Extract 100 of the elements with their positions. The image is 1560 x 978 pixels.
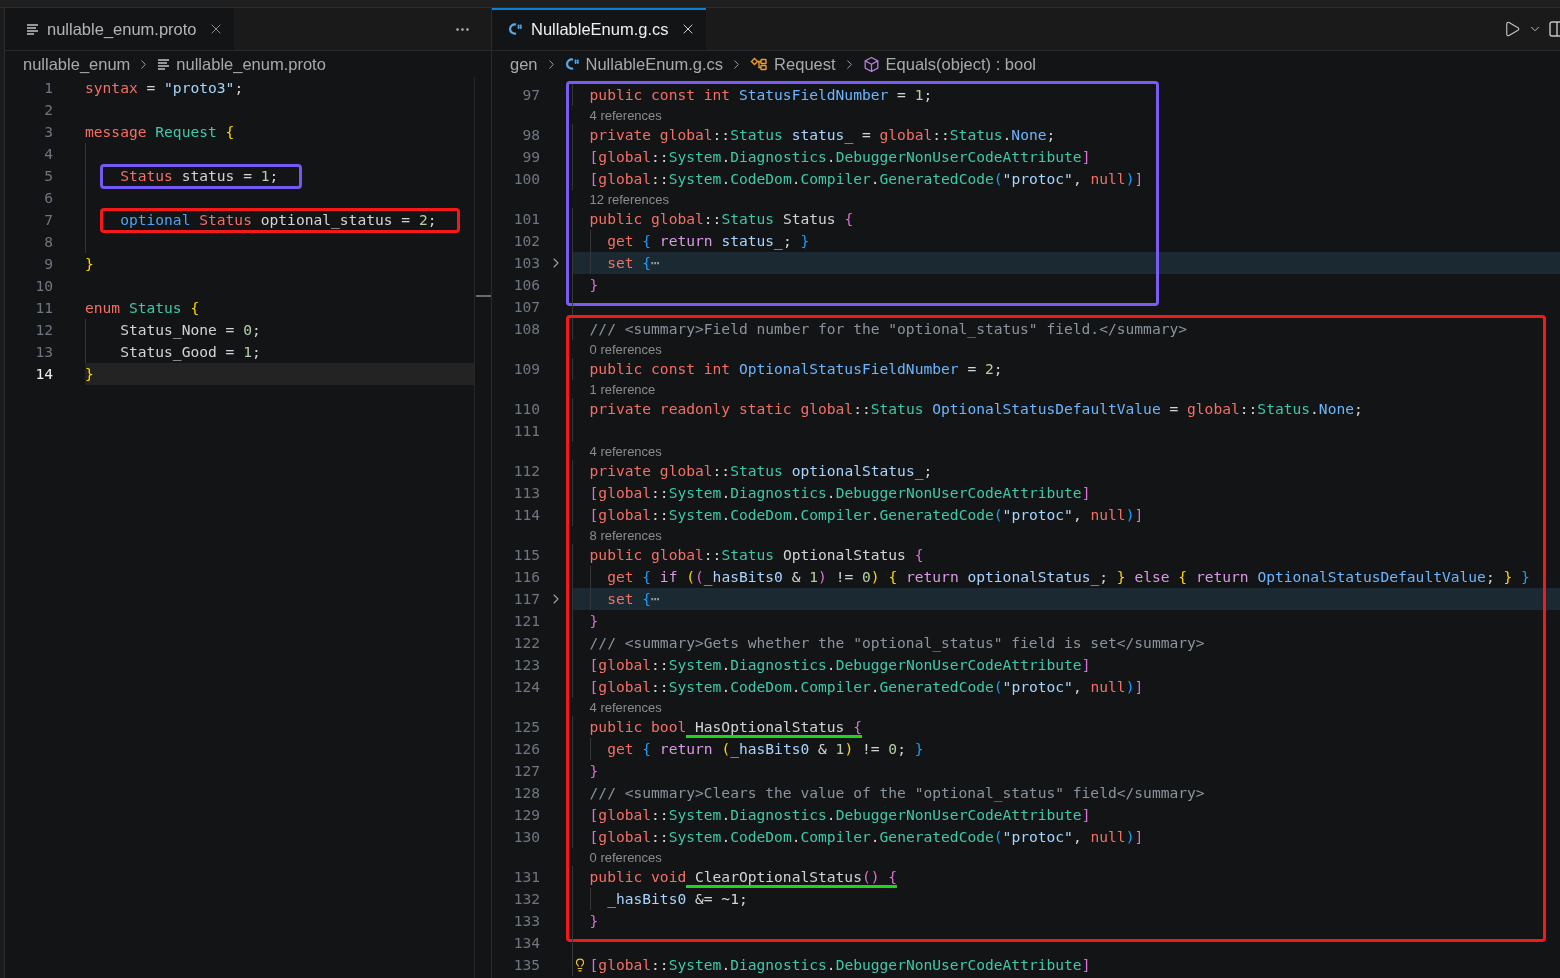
line-number: 3 — [43, 122, 53, 142]
line-number: 106 — [512, 275, 540, 295]
code-line: get { return (_hasBits0 & 1) != 0; } — [607, 740, 924, 757]
line-number: 115 — [512, 545, 540, 565]
indent-guide — [589, 738, 591, 760]
code-line: private readonly static global::Status OptionalStatusDefaultValue = global::Status.None; — [589, 400, 1363, 417]
cube-icon — [862, 55, 880, 73]
code-line: [global::System.Diagnostics.DebuggerNonUserCodeAttribute] — [589, 148, 1091, 165]
code-line: message Request { — [85, 123, 235, 140]
line-number: 103 — [512, 253, 540, 273]
line-number: 127 — [512, 761, 540, 781]
line-number: 98 — [521, 125, 540, 145]
line-number: 100 — [512, 169, 540, 189]
code-line: Status_None = 0; — [120, 321, 261, 338]
editor-tab[interactable]: nullable_enum.proto — [5, 8, 234, 50]
line-number: 124 — [512, 677, 540, 697]
line-number: 7 — [43, 210, 53, 230]
references-link[interactable]: 4 references — [589, 107, 662, 123]
line-number: 10 — [34, 276, 53, 296]
code-line: [global::System.Diagnostics.DebuggerNonUserCodeAttribute] — [589, 806, 1091, 823]
breadcrumb-item[interactable]: Equals(object) : bool — [885, 54, 1036, 74]
code-line: public const int StatusFieldNumber = 1; — [589, 86, 933, 103]
code-line: [global::System.Diagnostics.DebuggerNonUserCodeAttribute] — [589, 484, 1091, 501]
line-number: 128 — [512, 783, 540, 803]
code-line: enum Status { — [85, 299, 200, 316]
line-number: 113 — [512, 483, 540, 503]
code-line: get { if ((_hasBits0 & 1) != 0) { return optionalStatus_; } else { return OptionalStatusDefaultValue; } } — [607, 568, 1530, 585]
file-lines-icon — [26, 22, 39, 36]
line-number: 121 — [512, 611, 540, 631]
line-number: 99 — [521, 147, 540, 167]
code-line: private global::Status optionalStatus_; — [589, 462, 933, 479]
breadcrumb-item[interactable]: Request — [774, 54, 836, 74]
line-number: 132 — [512, 889, 540, 909]
line-number: 116 — [512, 567, 540, 587]
line-number: 126 — [512, 739, 540, 759]
line-number: 11 — [34, 298, 53, 318]
split-editor-icon[interactable] — [1549, 20, 1560, 38]
line-number: 135 — [512, 955, 540, 975]
code-line: set {⋯ — [607, 254, 660, 271]
references-link[interactable]: 1 reference — [589, 381, 656, 397]
code-line: /// <summary>Clears the value of the "optional_status" field</summary> — [589, 784, 1205, 801]
indent-guide — [589, 888, 591, 910]
line-number: 125 — [512, 717, 540, 737]
references-link[interactable]: 8 references — [589, 527, 662, 543]
play-icon[interactable] — [1503, 20, 1521, 38]
references-link[interactable]: 0 references — [589, 849, 662, 865]
line-number: 5 — [43, 166, 53, 186]
line-number: 12 — [34, 320, 53, 340]
code-line: [global::System.Diagnostics.DebuggerNonUserCodeAttribute] — [589, 956, 1091, 973]
line-number: 133 — [512, 911, 540, 931]
csharp-icon — [564, 57, 580, 71]
csharp-icon — [508, 22, 523, 36]
code-line: public const int OptionalStatusFieldNumber = 2; — [589, 360, 1003, 377]
code-line: /// <summary>Field number for the "optional_status" field.</summary> — [589, 320, 1188, 337]
code-line: public global::Status Status { — [589, 210, 854, 227]
code-line: [global::System.CodeDom.Compiler.GeneratedCode("protoc", null)] — [589, 506, 1144, 523]
code-line: set {⋯ — [607, 590, 660, 607]
line-number: 9 — [43, 254, 53, 274]
line-number: 4 — [43, 144, 53, 164]
line-number: 110 — [512, 399, 540, 419]
line-number: 114 — [512, 505, 540, 525]
line-number: 14 — [34, 364, 53, 384]
line-number: 108 — [512, 319, 540, 339]
line-number: 131 — [512, 867, 540, 887]
references-link[interactable]: 0 references — [589, 341, 662, 357]
file-lines-icon — [157, 57, 171, 71]
code-line: _hasBits0 &= ~1; — [607, 890, 748, 907]
code-line: [global::System.CodeDom.Compiler.GeneratedCode("protoc", null)] — [589, 678, 1144, 695]
breadcrumb-item[interactable]: nullable_enum — [23, 54, 131, 74]
line-number: 8 — [43, 232, 53, 252]
line-number: 6 — [43, 188, 53, 208]
code-line: public void ClearOptionalStatus() { — [589, 868, 898, 885]
line-number: 13 — [34, 342, 53, 362]
code-line: } — [85, 255, 94, 272]
breadcrumb-item[interactable]: NullableEnum.g.cs — [585, 54, 724, 74]
code-line: [global::System.Diagnostics.DebuggerNonUserCodeAttribute] — [589, 656, 1091, 673]
breadcrumb-item[interactable]: nullable_enum.proto — [176, 54, 326, 74]
references-link[interactable]: 12 references — [589, 191, 670, 207]
code-line: [global::System.CodeDom.Compiler.GeneratedCode("protoc", null)] — [589, 828, 1144, 845]
code-line: } — [589, 276, 599, 293]
editor-tab[interactable]: NullableEnum.g.cs — [492, 8, 706, 50]
code-line: private global::Status status_ = global::Status.None; — [589, 126, 1056, 143]
line-number: 134 — [512, 933, 540, 953]
references-link[interactable]: 4 references — [589, 699, 662, 715]
code-line: public global::Status OptionalStatus { — [589, 546, 924, 563]
line-number: 2 — [43, 100, 53, 120]
references-link[interactable]: 4 references — [589, 443, 662, 459]
code-line: } — [589, 912, 599, 929]
code-line: syntax = "proto3"; — [85, 79, 244, 96]
line-number: 101 — [512, 209, 540, 229]
breadcrumb-item[interactable]: gen — [510, 54, 538, 74]
line-number: 97 — [521, 85, 540, 105]
line-number: 109 — [512, 359, 540, 379]
code-line: } — [85, 365, 94, 382]
code-line: } — [589, 612, 599, 629]
line-number: 107 — [512, 297, 540, 317]
code-line: } — [589, 762, 599, 779]
line-number: 123 — [512, 655, 540, 675]
line-number: 112 — [512, 461, 540, 481]
class-symbol-icon — [750, 56, 769, 72]
